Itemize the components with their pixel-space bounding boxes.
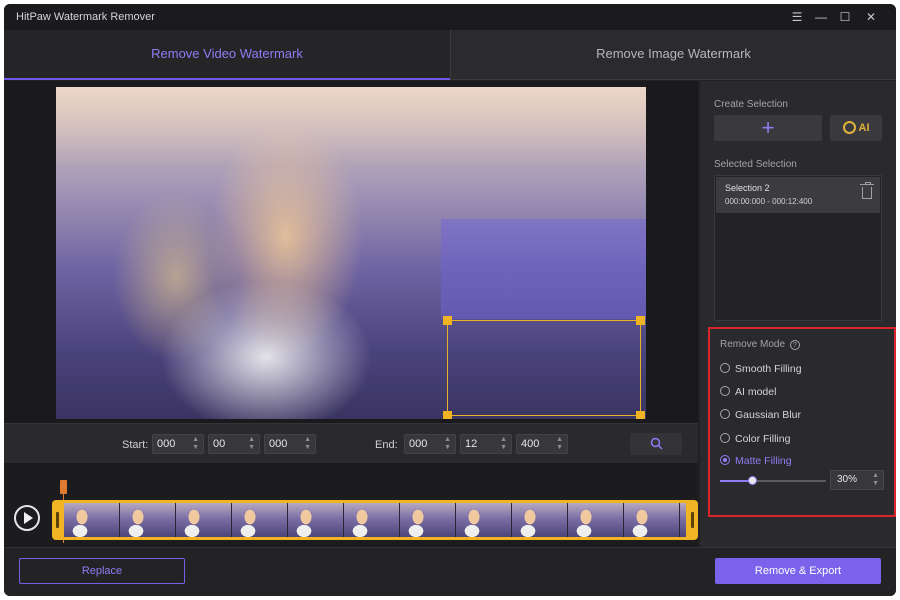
selection-list: Selection 2 000:00:000 - 000:12:400 xyxy=(714,175,882,321)
radio-smooth-filling[interactable]: Smooth Filling xyxy=(720,363,802,377)
bottom-bar: Replace Remove & Export xyxy=(4,547,896,596)
preview-area xyxy=(4,81,698,423)
trim-handle-right[interactable] xyxy=(691,512,694,528)
plus-icon: + xyxy=(761,115,775,140)
thumbnail-frame xyxy=(400,503,456,537)
video-frame-image xyxy=(56,87,646,167)
video-preview[interactable] xyxy=(56,87,646,419)
spinner-arrows-icon[interactable]: ▲ ▼ xyxy=(500,436,507,452)
radio-color-filling[interactable]: Color Filling xyxy=(720,433,790,447)
start-seconds-input[interactable]: 00 ▲ ▼ xyxy=(208,434,260,454)
resize-handle-bottom-right[interactable] xyxy=(636,411,645,419)
end-label: End: xyxy=(375,439,398,451)
thumbnail-frame xyxy=(232,503,288,537)
resize-handle-bottom-left[interactable] xyxy=(443,411,452,419)
timeline xyxy=(4,463,698,547)
matte-percent-input[interactable]: 30% ▲ ▼ xyxy=(830,470,884,490)
selection-name: Selection 2 xyxy=(725,183,770,193)
start-hours-input[interactable]: 000 ▲ ▼ xyxy=(152,434,204,454)
app-window: HitPaw Watermark Remover ☰ — ☐ ✕ Remove … xyxy=(4,4,896,596)
thumbnail-frame xyxy=(176,503,232,537)
radio-button[interactable] xyxy=(720,433,730,444)
help-icon[interactable]: ? xyxy=(789,340,800,350)
time-range-bar: Start: 000 ▲ ▼ 00 ▲ ▼ 000 ▲ ▼ End: 000 ▲ ▼ 12 ▲ ▼ … xyxy=(4,423,698,463)
menu-icon[interactable]: ☰ xyxy=(786,8,808,26)
thumbnail-frame xyxy=(344,503,400,537)
remove-export-button[interactable]: Remove & Export xyxy=(715,558,881,584)
matte-level-slider[interactable] xyxy=(720,476,826,485)
radio-gaussian-blur[interactable]: Gaussian Blur xyxy=(720,409,801,423)
resize-handle-top-right[interactable] xyxy=(636,316,645,325)
magnifier-icon xyxy=(650,437,663,450)
thumbnail-frame xyxy=(568,503,624,537)
slider-knob[interactable] xyxy=(747,476,757,485)
spinner-arrows-icon[interactable]: ▲ ▼ xyxy=(192,436,199,452)
radio-matte-filling[interactable]: Matte Filling xyxy=(720,455,792,469)
tab-remove-video-watermark[interactable]: Remove Video Watermark xyxy=(4,30,450,80)
spinner-arrows-icon[interactable]: ▲ ▼ xyxy=(304,436,311,452)
ai-label: AI xyxy=(858,122,870,134)
thumbnail-frame xyxy=(120,503,176,537)
radio-button[interactable] xyxy=(720,363,730,374)
thumbnail-frame xyxy=(64,503,120,537)
play-button[interactable] xyxy=(14,505,40,531)
remove-mode-section: Remove Mode ? Smooth Filling AI model Ga… xyxy=(708,327,896,517)
tab-remove-image-watermark[interactable]: Remove Image Watermark xyxy=(450,30,896,80)
maximize-icon[interactable]: ☐ xyxy=(834,8,856,26)
thumbnail-frame xyxy=(288,503,344,537)
radio-button[interactable] xyxy=(720,409,730,420)
add-selection-button[interactable]: + xyxy=(714,115,822,141)
app-title: HitPaw Watermark Remover xyxy=(16,11,155,23)
play-icon xyxy=(24,512,33,524)
filmstrip-frames xyxy=(64,503,686,537)
ai-scan-icon xyxy=(842,120,856,134)
mode-tabs: Remove Video Watermark Remove Image Wate… xyxy=(4,30,896,80)
thumbnail-frame xyxy=(680,503,686,537)
title-bar: HitPaw Watermark Remover ☰ — ☐ ✕ xyxy=(4,4,896,30)
ai-selection-button[interactable]: AI xyxy=(830,115,882,141)
remove-mode-title: Remove Mode ? xyxy=(720,339,800,350)
list-item[interactable]: Selection 2 000:00:000 - 000:12:400 xyxy=(716,177,880,213)
radio-button-checked[interactable] xyxy=(720,455,730,466)
trim-handle-left[interactable] xyxy=(56,512,59,528)
selection-time-range: 000:00:000 - 000:12:400 xyxy=(725,197,813,206)
thumbnail-frame xyxy=(512,503,568,537)
start-label: Start: xyxy=(122,439,149,451)
trash-icon[interactable] xyxy=(860,182,874,199)
replace-button[interactable]: Replace xyxy=(19,558,185,584)
minimize-icon[interactable]: — xyxy=(810,8,832,26)
radio-button[interactable] xyxy=(720,386,730,397)
zoom-button[interactable] xyxy=(630,433,682,455)
end-hours-input[interactable]: 000 ▲ ▼ xyxy=(404,434,456,454)
end-seconds-input[interactable]: 12 ▲ ▼ xyxy=(460,434,512,454)
masked-region xyxy=(441,219,646,319)
filmstrip[interactable] xyxy=(52,500,698,540)
start-millis-input[interactable]: 000 ▲ ▼ xyxy=(264,434,316,454)
thumbnail-frame xyxy=(456,503,512,537)
spinner-arrows-icon[interactable]: ▲ ▼ xyxy=(444,436,451,452)
settings-panel: Create Selection + AI Selected Selection… xyxy=(700,81,896,547)
close-icon[interactable]: ✕ xyxy=(860,8,882,26)
spinner-arrows-icon[interactable]: ▲ ▼ xyxy=(248,436,255,452)
create-selection-label: Create Selection xyxy=(714,99,788,110)
playhead[interactable] xyxy=(60,480,67,494)
resize-handle-top-left[interactable] xyxy=(443,316,452,325)
end-millis-input[interactable]: 400 ▲ ▼ xyxy=(516,434,568,454)
selected-selection-label: Selected Selection xyxy=(714,159,797,170)
radio-ai-model[interactable]: AI model xyxy=(720,386,776,400)
thumbnail-frame xyxy=(624,503,680,537)
spinner-arrows-icon[interactable]: ▲ ▼ xyxy=(556,436,563,452)
selection-box[interactable] xyxy=(443,316,645,419)
spinner-arrows-icon[interactable]: ▲ ▼ xyxy=(872,472,879,488)
